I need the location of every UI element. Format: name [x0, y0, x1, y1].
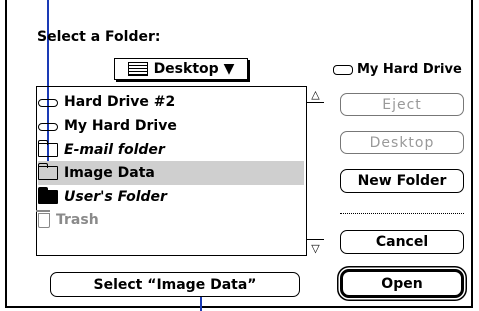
current-volume-label: My Hard Drive: [357, 62, 462, 77]
eject-button[interactable]: Eject: [340, 93, 464, 116]
list-item[interactable]: User's Folder: [38, 185, 304, 209]
desktop-icon: [127, 62, 148, 76]
list-item-label: Trash: [56, 212, 99, 228]
list-item-label: Hard Drive #2: [64, 94, 176, 110]
list-item[interactable]: Hard Drive #2: [38, 90, 304, 114]
location-popup-menu[interactable]: Desktop ▼: [114, 58, 248, 80]
dialog-title: Select a Folder:: [37, 29, 161, 45]
scroll-up-arrow-icon[interactable]: △: [307, 86, 324, 103]
list-item[interactable]: Trash: [36, 208, 304, 232]
shared-folder-icon: [38, 187, 58, 204]
list-item-selected[interactable]: Image Data: [38, 161, 304, 185]
drive-icon: [38, 99, 58, 107]
trash-icon: [36, 209, 50, 228]
select-folder-button[interactable]: Select “Image Data”: [50, 272, 300, 297]
chevron-down-icon: ▼: [223, 61, 235, 77]
open-button[interactable]: Open: [340, 269, 464, 298]
new-folder-button[interactable]: New Folder: [340, 169, 464, 193]
cancel-button[interactable]: Cancel: [340, 230, 464, 254]
list-item[interactable]: My Hard Drive: [38, 114, 304, 138]
list-item-label: E-mail folder: [64, 142, 165, 158]
hard-drive-icon: [333, 64, 353, 75]
list-item-label: User's Folder: [64, 189, 167, 205]
drive-icon: [38, 123, 58, 131]
list-item[interactable]: E-mail folder: [38, 138, 304, 162]
scroll-down-arrow-icon[interactable]: ▽: [307, 239, 324, 256]
location-popup-label: Desktop: [153, 61, 219, 77]
divider: [340, 213, 464, 214]
folder-icon: [38, 140, 58, 157]
current-volume: My Hard Drive: [333, 62, 462, 77]
folder-icon: [38, 163, 58, 180]
list-item-label: My Hard Drive: [64, 118, 177, 134]
list-item-label: Image Data: [64, 165, 155, 181]
scrollbar[interactable]: △ ▽: [306, 86, 325, 256]
desktop-button[interactable]: Desktop: [340, 131, 464, 154]
